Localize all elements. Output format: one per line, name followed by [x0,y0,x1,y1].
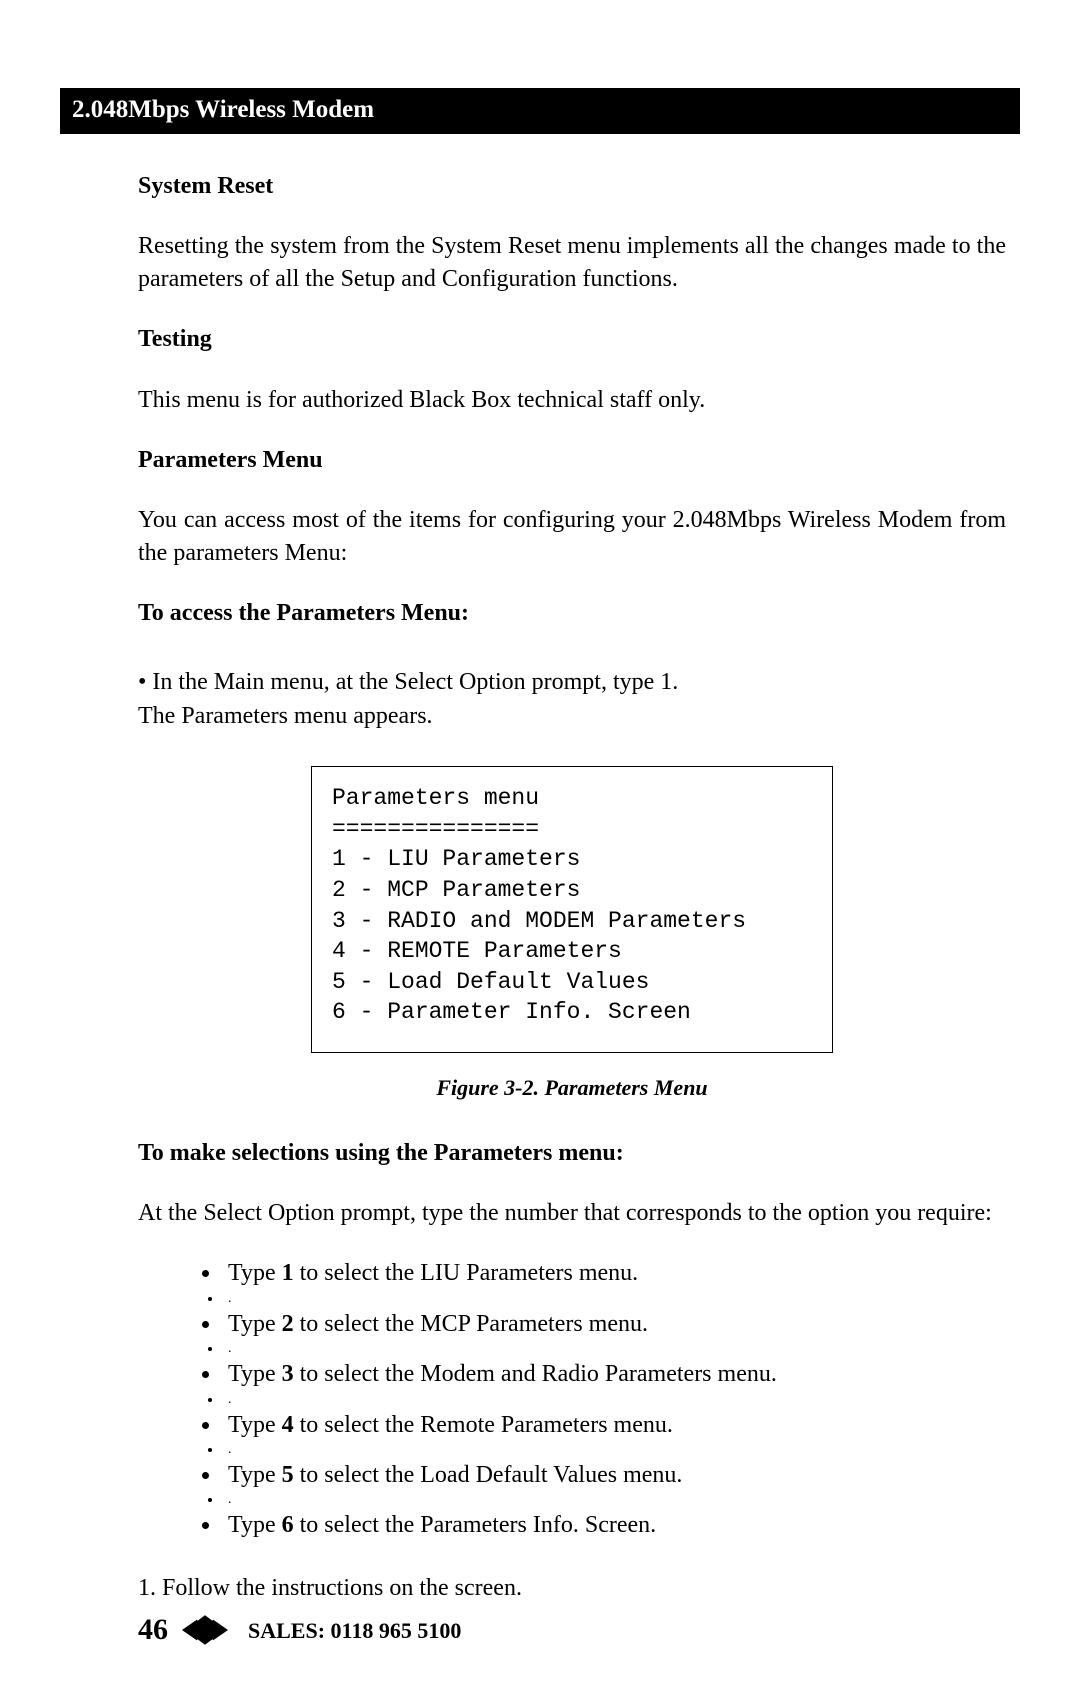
list-spacer: . [222,1292,1006,1306]
list-item-post: to select the MCP Parameters menu. [294,1311,648,1337]
list-item-pre: Type [228,1311,282,1337]
page-number: 46 [138,1610,168,1651]
list-spacer: . [222,1342,1006,1356]
list-item: Type 1 to select the LIU Parameters menu… [222,1257,1006,1289]
selections-intro: At the Select Option prompt, type the nu… [138,1197,1006,1229]
document-page: 2.048Mbps Wireless Modem System Reset Re… [0,0,1080,1681]
content-area: System Reset Resetting the system from t… [138,170,1006,1651]
list-item: Type 3 to select the Modem and Radio Par… [222,1358,1006,1390]
list-item-post: to select the Modem and Radio Parameters… [294,1361,777,1387]
body-testing: This menu is for authorized Black Box te… [138,384,1006,416]
body-system-reset: Resetting the system from the System Res… [138,230,1006,295]
list-item-post: to select the Parameters Info. Screen. [294,1512,657,1538]
bullet-marker: • [138,669,152,695]
header-title: 2.048Mbps Wireless Modem [72,96,374,123]
list-item-pre: Type [228,1412,282,1438]
diamond-logo-icon [182,1614,228,1646]
list-item-number: 4 [282,1412,294,1438]
list-item-number: 2 [282,1311,294,1337]
access-bullet: • In the Main menu, at the Select Option… [138,666,1006,698]
list-spacer: . [222,1393,1006,1407]
body-parameters-menu: You can access most of the items for con… [138,504,1006,569]
heading-parameters-menu: Parameters Menu [138,444,1006,476]
figure-caption: Figure 3-2. Parameters Menu [138,1073,1006,1103]
access-follow: The Parameters menu appears. [138,700,1006,732]
list-item: Type 6 to select the Parameters Info. Sc… [222,1509,1006,1541]
footer: 46 SALES: 0118 965 5100 [138,1610,1006,1651]
list-item-pre: Type [228,1260,282,1286]
list-item-pre: Type [228,1361,282,1387]
heading-system-reset: System Reset [138,170,1006,202]
header-bar: 2.048Mbps Wireless Modem [60,88,1020,134]
menu-box: Parameters menu =============== 1 - LIU … [311,766,833,1053]
list-item-number: 1 [282,1260,294,1286]
list-item-post: to select the LIU Parameters menu. [294,1260,639,1286]
heading-access: To access the Parameters Menu: [138,597,1006,629]
list-item-number: 3 [282,1361,294,1387]
footer-sales: SALES: 0118 965 5100 [248,1616,461,1646]
list-item-post: to select the Load Default Values menu. [294,1462,683,1488]
list-item-number: 5 [282,1462,294,1488]
list-item-number: 6 [282,1512,294,1538]
list-item: Type 2 to select the MCP Parameters menu… [222,1308,1006,1340]
selection-list: Type 1 to select the LIU Parameters menu… [138,1257,1006,1541]
heading-testing: Testing [138,323,1006,355]
heading-selections: To make selections using the Parameters … [138,1137,1006,1169]
bullet-text: In the Main menu, at the Select Option p… [152,669,678,695]
list-item: Type 5 to select the Load Default Values… [222,1459,1006,1491]
list-spacer: . [222,1493,1006,1507]
list-item: Type 4 to select the Remote Parameters m… [222,1409,1006,1441]
list-item-pre: Type [228,1462,282,1488]
list-item-pre: Type [228,1512,282,1538]
selections-follow: 1. Follow the instructions on the screen… [138,1572,1006,1604]
list-item-post: to select the Remote Parameters menu. [294,1412,673,1438]
list-spacer: . [222,1443,1006,1457]
